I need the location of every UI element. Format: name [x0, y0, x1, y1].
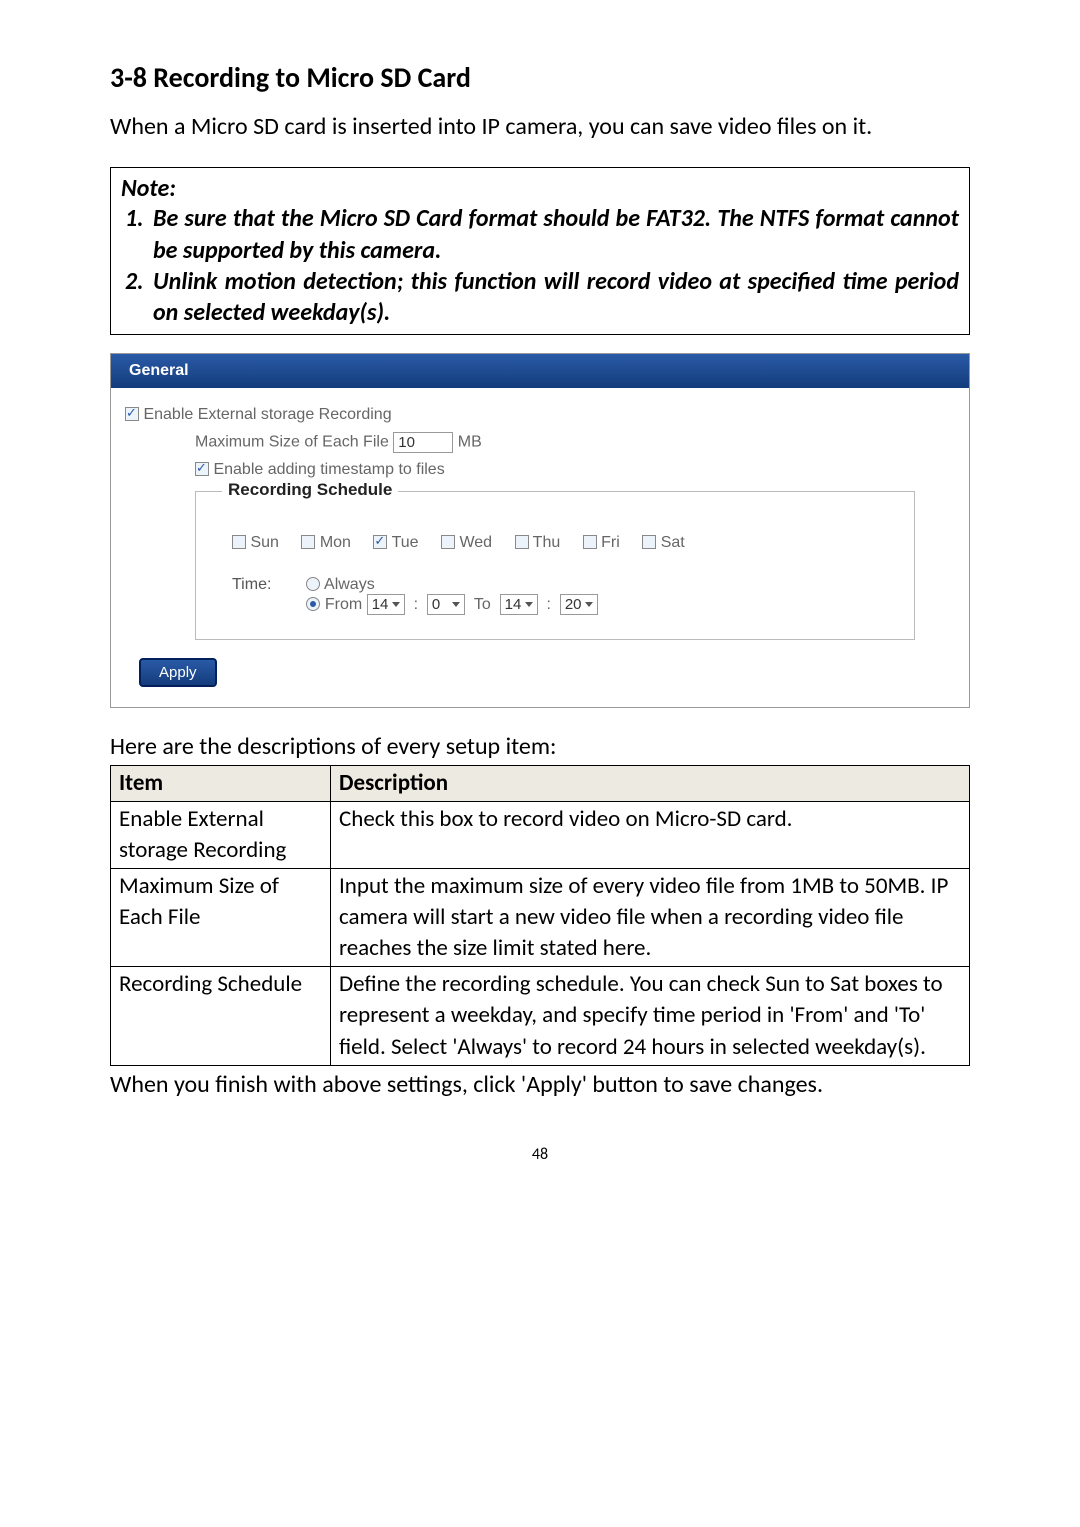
table-row: Maximum Size of Each File Input the maxi…: [111, 869, 970, 967]
row-item-0: Enable External storage Recording: [111, 802, 331, 869]
intro-paragraph: When a Micro SD card is inserted into IP…: [110, 111, 970, 143]
from-hour-select[interactable]: 14: [367, 594, 405, 615]
table-row: Enable External storage Recording Check …: [111, 802, 970, 869]
enable-recording-row: Enable External storage Recording: [125, 406, 955, 424]
panel-body: Enable External storage Recording Maximu…: [111, 388, 969, 697]
note-item-1: Be sure that the Micro SD Card format sh…: [149, 203, 959, 265]
note-list: Be sure that the Micro SD Card format sh…: [121, 203, 959, 328]
tab-bar: General: [111, 354, 969, 388]
row-item-2: Recording Schedule: [111, 967, 331, 1065]
time-from-label: From: [325, 596, 362, 613]
note-item-2-text: Unlink motion detection; this function w…: [153, 266, 959, 328]
day-fri-label: Fri: [601, 534, 620, 551]
row-desc-2: Define the recording schedule. You can c…: [331, 967, 970, 1065]
time-label: Time:: [232, 576, 302, 594]
max-size-unit: MB: [458, 434, 482, 451]
from-min-select[interactable]: 0: [427, 594, 465, 615]
enable-recording-checkbox[interactable]: [125, 407, 139, 421]
to-hour-select[interactable]: 14: [500, 594, 538, 615]
header-desc: Description: [331, 766, 970, 802]
day-thu-checkbox[interactable]: [515, 535, 529, 549]
note-item-2: Unlink motion detection; this function w…: [149, 266, 959, 328]
day-wed-checkbox[interactable]: [441, 535, 455, 549]
table-intro: Here are the descriptions of every setup…: [110, 732, 970, 761]
day-sun-label: Sun: [250, 534, 278, 551]
note-label: Note:: [121, 174, 959, 203]
row-item-1: Maximum Size of Each File: [111, 869, 331, 967]
day-sun-checkbox[interactable]: [232, 535, 246, 549]
day-thu-label: Thu: [533, 534, 561, 551]
settings-panel: General Enable External storage Recordin…: [110, 353, 970, 708]
page-number: 48: [110, 1145, 970, 1164]
table-row: Recording Schedule Define the recording …: [111, 967, 970, 1065]
row-desc-1: Input the maximum size of every video fi…: [331, 869, 970, 967]
header-item: Item: [111, 766, 331, 802]
tab-general[interactable]: General: [129, 354, 189, 388]
day-tue-checkbox[interactable]: [373, 535, 387, 549]
description-table: Item Description Enable External storage…: [110, 765, 970, 1065]
day-wed-label: Wed: [459, 534, 492, 551]
days-row: Sun Mon Tue Wed Thu Fri Sat: [232, 534, 896, 552]
note-box: Note: Be sure that the Micro SD Card for…: [110, 167, 970, 335]
note-item-1-text: Be sure that the Micro SD Card format sh…: [153, 203, 959, 265]
apply-button[interactable]: Apply: [139, 658, 217, 687]
time-row: Time: Always From 14 : 0 To 14 : 20: [232, 576, 896, 615]
enable-timestamp-checkbox[interactable]: [195, 462, 209, 476]
time-from-radio[interactable]: [306, 597, 320, 611]
footnote: When you finish with above settings, cli…: [110, 1070, 970, 1099]
day-sat-label: Sat: [661, 534, 685, 551]
max-size-row: Maximum Size of Each File 10 MB: [195, 432, 955, 453]
schedule-legend: Recording Schedule: [222, 480, 398, 500]
day-fri-checkbox[interactable]: [583, 535, 597, 549]
enable-timestamp-label: Enable adding timestamp to files: [213, 461, 444, 478]
table-header-row: Item Description: [111, 766, 970, 802]
enable-recording-label: Enable External storage Recording: [143, 406, 391, 423]
day-tue-label: Tue: [392, 534, 419, 551]
day-mon-checkbox[interactable]: [301, 535, 315, 549]
to-min-select[interactable]: 20: [560, 594, 598, 615]
day-sat-checkbox[interactable]: [642, 535, 656, 549]
max-size-input[interactable]: 10: [393, 432, 453, 453]
day-mon-label: Mon: [320, 534, 351, 551]
max-size-label: Maximum Size of Each File: [195, 434, 389, 451]
enable-timestamp-row: Enable adding timestamp to files: [195, 461, 955, 479]
recording-schedule-fieldset: Recording Schedule Sun Mon Tue Wed Thu F…: [195, 491, 915, 640]
time-always-label: Always: [324, 576, 375, 593]
row-desc-0: Check this box to record video on Micro-…: [331, 802, 970, 869]
section-title: 3-8 Recording to Micro SD Card: [110, 60, 970, 95]
time-always-radio[interactable]: [306, 577, 320, 591]
time-to-label: To: [474, 596, 491, 613]
